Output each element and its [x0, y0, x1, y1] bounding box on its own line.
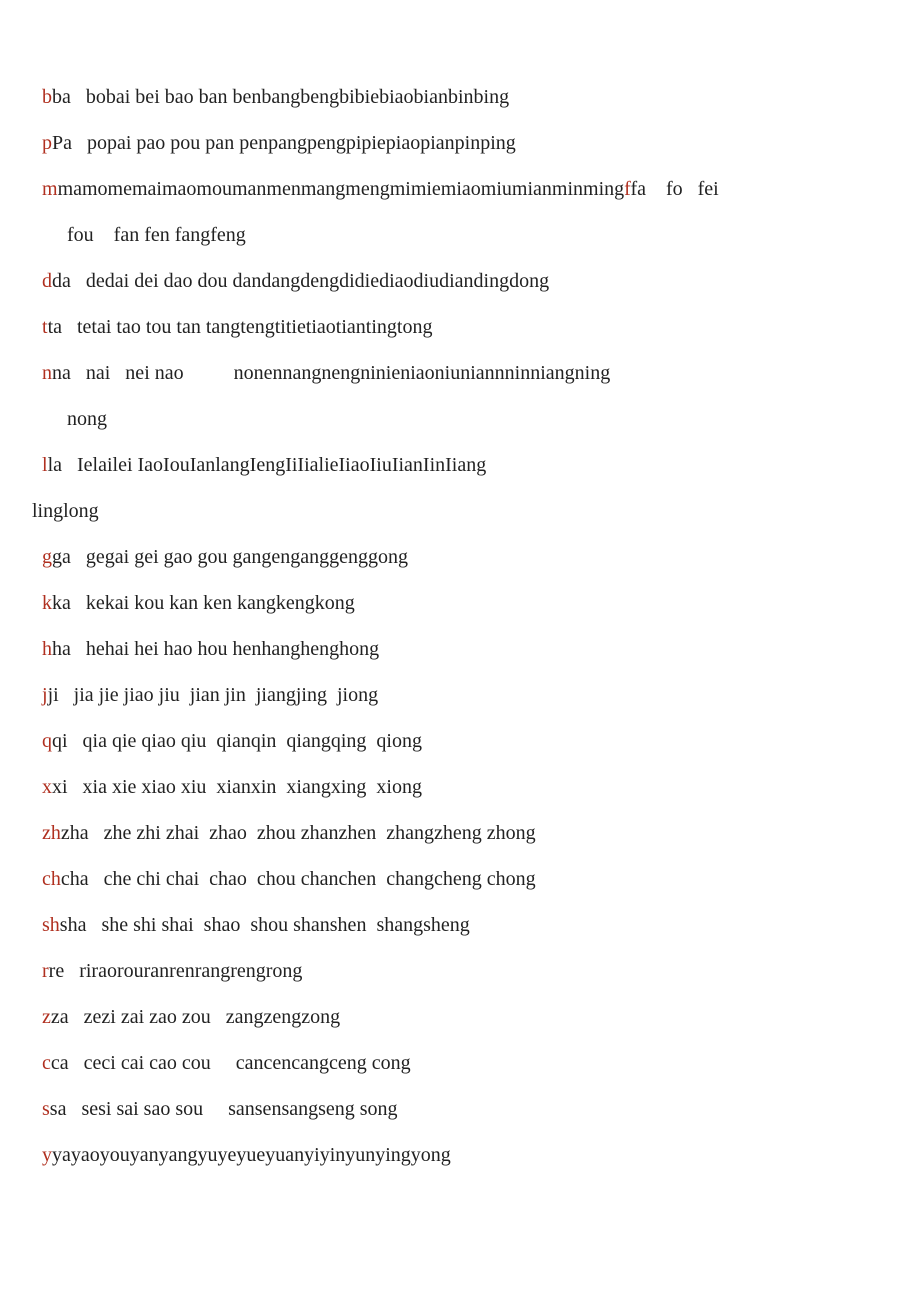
syllables-text: fa fo fei [630, 178, 718, 200]
pinyin-row: bba bobai bei bao ban benbangbengbibiebi… [32, 74, 888, 120]
pinyin-row: linglong [32, 488, 888, 534]
pinyin-row: qqi qia qie qiao qiu qianqin qiangqing q… [32, 718, 888, 764]
initial-letter: g [42, 546, 52, 568]
syllables-text: ga gegai gei gao gou gangenganggenggong [52, 546, 408, 568]
syllables-text: ji jia jie jiao jiu jian jin jiangjing j… [48, 684, 379, 706]
pinyin-row: xxi xia xie xiao xiu xianxin xiangxing x… [32, 764, 888, 810]
pinyin-row: ssa sesi sai sao sou sansensangseng song [32, 1086, 888, 1132]
initial-letter: h [42, 638, 52, 660]
syllables-text: da dedai dei dao dou dandangdengdidiedia… [52, 270, 549, 292]
initial-letter: ch [42, 868, 61, 890]
syllables-text: mamomemaimaomoumanmenmangmengmimiemiaomi… [58, 178, 625, 200]
pinyin-row: gga gegai gei gao gou gangenganggenggong [32, 534, 888, 580]
pinyin-row: rre riraorouranrenrangrengrong [32, 948, 888, 994]
syllables-text: na nai nei nao nonennangnengninieniaoniu… [52, 362, 610, 384]
syllables-text: ba bobai bei bao ban benbangbengbibiebia… [52, 86, 509, 108]
pinyin-row: mmamomemaimaomoumanmenmangmengmimiemiaom… [32, 166, 888, 212]
syllables-text: re riraorouranrenrangrengrong [49, 960, 303, 982]
initial-letter: x [42, 776, 52, 798]
initial-letter: c [42, 1052, 51, 1074]
initial-letter: y [42, 1144, 52, 1166]
pinyin-row: nna nai nei nao nonennangnengninieniaoni… [32, 350, 888, 396]
syllables-text: za zezi zai zao zou zangzengzong [51, 1006, 340, 1028]
pinyin-document: bba bobai bei bao ban benbangbengbibiebi… [0, 0, 920, 1218]
syllables-text: yayaoyouyanyangyuyeyueyuanyiyinyunyingyo… [52, 1144, 451, 1166]
pinyin-row: tta tetai tao tou tan tangtengtitietiaot… [32, 304, 888, 350]
pinyin-row: fou fan fen fangfeng [32, 212, 888, 258]
syllables-text: Pa popai pao pou pan penpangpengpipiepia… [52, 132, 516, 154]
initial-letter: r [42, 960, 49, 982]
pinyin-row: jji jia jie jiao jiu jian jin jiangjing … [32, 672, 888, 718]
pinyin-row: hha hehai hei hao hou henhanghenghong [32, 626, 888, 672]
syllables-text: ta tetai tao tou tan tangtengtitietiaoti… [48, 316, 433, 338]
pinyin-row: zza zezi zai zao zou zangzengzong [32, 994, 888, 1040]
initial-letter: m [42, 178, 58, 200]
pinyin-row: dda dedai dei dao dou dandangdengdidiedi… [32, 258, 888, 304]
initial-letter: s [42, 1098, 50, 1120]
pinyin-row: cca ceci cai cao cou cancencangceng cong [32, 1040, 888, 1086]
syllables-text: linglong [32, 500, 99, 522]
initial-letter: p [42, 132, 52, 154]
pinyin-row: pPa popai pao pou pan penpangpengpipiepi… [32, 120, 888, 166]
pinyin-row: chcha che chi chai chao chou chanchen ch… [32, 856, 888, 902]
syllables-text: zha zhe zhi zhai zhao zhou zhanzhen zhan… [61, 822, 536, 844]
syllables-text: fou fan fen fangfeng [67, 224, 246, 246]
pinyin-row: yyayaoyouyanyangyuyeyueyuanyiyinyunyingy… [32, 1132, 888, 1178]
syllables-text: la Ielailei IaoIouIanlangIengIiIialieIia… [48, 454, 487, 476]
syllables-text: qi qia qie qiao qiu qianqin qiangqing qi… [52, 730, 422, 752]
initial-letter: zh [42, 822, 61, 844]
initial-letter: k [42, 592, 52, 614]
pinyin-row: shsha she shi shai shao shou shanshen sh… [32, 902, 888, 948]
rows-container: bba bobai bei bao ban benbangbengbibiebi… [32, 74, 888, 1178]
pinyin-row: nong [32, 396, 888, 442]
syllables-text: sha she shi shai shao shou shanshen shan… [60, 914, 470, 936]
pinyin-row: kka kekai kou kan ken kangkengkong [32, 580, 888, 626]
initial-letter: sh [42, 914, 60, 936]
initial-letter: b [42, 86, 52, 108]
initial-letter: q [42, 730, 52, 752]
syllables-text: xi xia xie xiao xiu xianxin xiangxing xi… [52, 776, 422, 798]
initial-letter: d [42, 270, 52, 292]
initial-letter: z [42, 1006, 51, 1028]
syllables-text: ka kekai kou kan ken kangkengkong [52, 592, 355, 614]
syllables-text: cha che chi chai chao chou chanchen chan… [61, 868, 536, 890]
syllables-text: nong [67, 408, 107, 430]
syllables-text: sa sesi sai sao sou sansensangseng song [50, 1098, 398, 1120]
syllables-text: ha hehai hei hao hou henhanghenghong [52, 638, 379, 660]
syllables-text: ca ceci cai cao cou cancencangceng cong [51, 1052, 411, 1074]
initial-letter: n [42, 362, 52, 384]
pinyin-row: zhzha zhe zhi zhai zhao zhou zhanzhen zh… [32, 810, 888, 856]
pinyin-row: lla Ielailei IaoIouIanlangIengIiIialieIi… [32, 442, 888, 488]
